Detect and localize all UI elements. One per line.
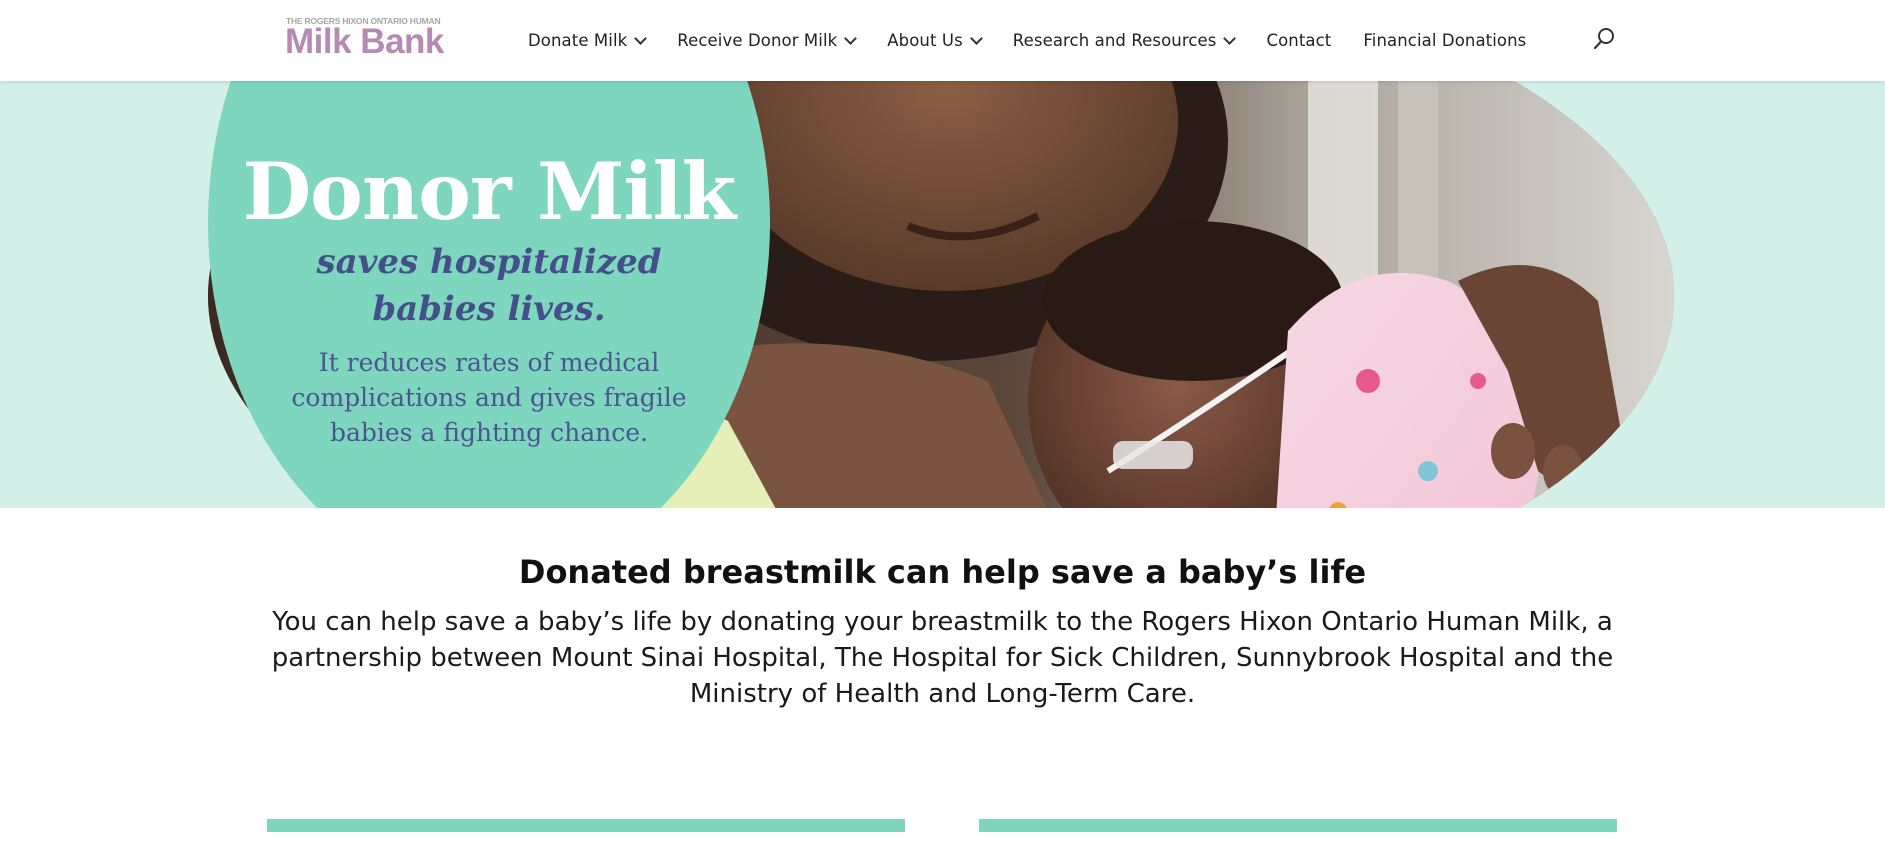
nav-financial-donations[interactable]: Financial Donations <box>1363 31 1526 50</box>
hero-banner: Donor Milk saves hospitalized babies liv… <box>0 81 1885 508</box>
nav-donate-milk[interactable]: Donate Milk <box>528 30 648 50</box>
nav-donate-milk-label: Donate Milk <box>528 30 628 50</box>
section-headline: Donated breastmilk can help save a baby’… <box>518 553 1367 591</box>
nav-financial-donations-label: Financial Donations <box>1363 30 1527 50</box>
hero-subtitle: saves hospitalized babies lives. <box>208 239 770 333</box>
hero-body-text: It reduces rates of medical complication… <box>291 348 687 447</box>
chevron-down-icon <box>844 31 858 45</box>
main-nav: Donate Milk Receive Donor Milk About Us … <box>528 28 1558 52</box>
nav-research-resources[interactable]: Research and Resources <box>1012 30 1237 50</box>
hero-subtitle-line-1: saves hospitalized <box>316 242 662 282</box>
hero-title: Donor Milk <box>242 145 737 238</box>
nav-research-resources-label: Research and Resources <box>1012 30 1217 50</box>
section-intro: You can help save a baby’s life by donat… <box>271 607 1614 709</box>
nav-receive-donor-milk[interactable]: Receive Donor Milk <box>677 30 858 50</box>
site-header: THE ROGERS HIXON ONTARIO HUMAN Milk Bank… <box>0 0 1885 81</box>
nav-receive-donor-milk-label: Receive Donor Milk <box>677 30 838 50</box>
chevron-down-icon <box>1223 31 1237 45</box>
card-top-border-left <box>267 819 905 832</box>
nav-contact[interactable]: Contact <box>1266 31 1331 50</box>
chevron-down-icon <box>969 31 983 45</box>
logo-wordmark: Milk Bank <box>285 22 444 61</box>
search-icon[interactable] <box>1593 27 1617 51</box>
milk-bank-logo[interactable]: THE ROGERS HIXON ONTARIO HUMAN Milk Bank <box>285 16 463 61</box>
chevron-down-icon <box>634 31 648 45</box>
hero-subtitle-line-2: babies lives. <box>372 289 606 329</box>
nav-about-us[interactable]: About Us <box>887 30 983 50</box>
nav-contact-label: Contact <box>1266 30 1332 50</box>
card-top-border-right <box>979 819 1617 832</box>
nav-about-us-label: About Us <box>887 30 963 50</box>
